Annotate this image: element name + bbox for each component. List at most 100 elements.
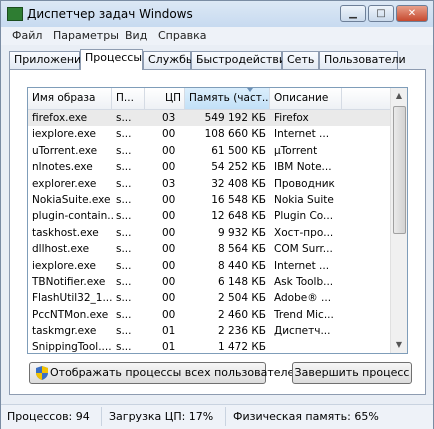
table-row[interactable]: FlashUtil32_1... s... 00 2 504 КБ Adobe® ...	[28, 290, 392, 306]
processes-panel: Имя образа П... ЦП Память (част... Описа…	[9, 69, 426, 395]
menu-bar: Файл Параметры Вид Справка	[1, 27, 433, 45]
cell-memory: 12 648 КБ	[211, 210, 266, 223]
table-row[interactable]: uTorrent.exe s... 00 61 500 КБ µTorrent	[28, 143, 392, 159]
scroll-thumb[interactable]	[393, 106, 406, 234]
status-bar: Процессов: 94 Загрузка ЦП: 17% Физическа…	[1, 404, 433, 429]
cell-memory: 2 236 КБ	[217, 325, 266, 338]
cell-image-name: NokiaSuite.exe	[32, 193, 111, 206]
cell-user: s...	[116, 325, 132, 338]
end-process-button[interactable]: Завершить процесс	[292, 362, 412, 384]
column-header-description[interactable]: Описание	[270, 88, 342, 109]
table-row[interactable]: iexplore.exe s... 00 108 660 КБ Internet ...	[28, 126, 392, 142]
table-row[interactable]: iexplore.exe s... 00 8 440 КБ Internet ...	[28, 258, 392, 274]
cell-cpu: 01	[162, 325, 176, 338]
table-row[interactable]: explorer.exe s... 03 32 408 КБ Проводник	[28, 176, 392, 192]
maximize-button[interactable]: □	[368, 5, 394, 22]
tab-performance[interactable]: Быстродействие	[191, 51, 293, 69]
table-row[interactable]: NokiaSuite.exe s... 00 16 548 КБ Nokia Suite	[28, 192, 392, 208]
cell-description: Internet ...	[274, 128, 330, 141]
cell-description: Internet ...	[274, 259, 330, 272]
cell-memory: 2 460 КБ	[217, 308, 266, 321]
cell-user: s...	[116, 259, 132, 272]
close-button[interactable]: ✕	[396, 5, 428, 22]
cell-image-name: dllhost.exe	[32, 243, 90, 256]
column-header-cpu[interactable]: ЦП	[145, 88, 185, 109]
vertical-scrollbar[interactable]: ▲ ▼	[390, 88, 407, 353]
task-manager-window: Диспетчер задач Windows ▁ □ ✕ Файл Парам…	[0, 0, 434, 429]
tab-services[interactable]: Службы	[143, 51, 195, 69]
column-header-image-name[interactable]: Имя образа	[28, 88, 112, 109]
table-row[interactable]: SnippingTool.... s... 01 1 472 КБ	[28, 339, 392, 354]
cell-description: Firefox	[274, 112, 309, 124]
status-memory-usage: Физическая память: 65%	[233, 410, 379, 423]
cell-user: s...	[116, 177, 132, 190]
cell-description	[274, 339, 344, 353]
cell-user: s...	[116, 112, 132, 124]
column-header-user[interactable]: П...	[112, 88, 145, 109]
cell-user: s...	[116, 226, 132, 239]
menu-file[interactable]: Файл	[12, 29, 42, 42]
process-rows: firefox.exe s... 03 549 192 КБ Firefox iexplo…	[28, 110, 392, 354]
cell-user: s...	[116, 308, 132, 321]
cell-cpu: 03	[162, 112, 176, 124]
cell-image-name: taskhost.exe	[32, 226, 99, 239]
cell-description: Диспетч...	[274, 325, 331, 338]
cell-image-name: FlashUtil32_1...	[32, 292, 113, 305]
column-header-memory[interactable]: Память (част...	[185, 88, 270, 109]
cell-memory: 1 472 КБ	[217, 341, 266, 354]
cell-description: COM Surr...	[274, 243, 333, 256]
table-row[interactable]: taskhost.exe s... 00 9 932 КБ Хост-про...	[28, 225, 392, 241]
title-bar: Диспетчер задач Windows ▁ □ ✕	[1, 1, 433, 27]
cell-cpu: 00	[162, 210, 176, 223]
status-process-count: Процессов: 94	[7, 410, 90, 423]
cell-image-name: nlnotes.exe	[32, 161, 93, 174]
cell-user: s...	[116, 210, 132, 223]
cell-image-name: uTorrent.exe	[32, 144, 98, 157]
table-row[interactable]: TBNotifier.exe s... 00 6 148 КБ Ask Toolb...	[28, 274, 392, 290]
scroll-down-icon[interactable]: ▼	[391, 337, 407, 353]
cell-cpu: 00	[162, 226, 176, 239]
cell-image-name: plugin-contain...	[32, 210, 114, 223]
status-separator	[225, 407, 226, 426]
cell-memory: 8 564 КБ	[217, 243, 266, 256]
tab-network[interactable]: Сеть	[282, 51, 319, 69]
cell-memory: 108 660 КБ	[204, 128, 266, 141]
menu-view[interactable]: Вид	[125, 29, 147, 42]
process-list[interactable]: Имя образа П... ЦП Память (част... Описа…	[27, 87, 408, 354]
table-row[interactable]: PccNTMon.exe s... 00 2 460 КБ Trend Mic...	[28, 307, 392, 323]
table-row[interactable]: firefox.exe s... 03 549 192 КБ Firefox	[28, 110, 392, 127]
show-all-users-label: Отображать процессы всех пользователей	[50, 366, 302, 379]
table-row[interactable]: nlnotes.exe s... 00 54 252 КБ IBM Note...	[28, 159, 392, 175]
minimize-button[interactable]: ▁	[340, 5, 366, 22]
cell-image-name: iexplore.exe	[32, 259, 96, 272]
cell-description: Nokia Suite	[274, 193, 334, 206]
cell-memory: 61 500 КБ	[211, 144, 266, 157]
cell-cpu: 00	[162, 308, 176, 321]
cell-user: s...	[116, 193, 132, 206]
cell-description: Проводник	[274, 177, 335, 190]
window-title: Диспетчер задач Windows	[27, 7, 193, 21]
cell-description: IBM Note...	[274, 161, 332, 174]
table-row[interactable]: dllhost.exe s... 00 8 564 КБ COM Surr...	[28, 241, 392, 257]
cell-cpu: 00	[162, 259, 176, 272]
table-row[interactable]: taskmgr.exe s... 01 2 236 КБ Диспетч...	[28, 323, 392, 339]
menu-options[interactable]: Параметры	[53, 29, 119, 42]
menu-help[interactable]: Справка	[158, 29, 206, 42]
show-all-users-button[interactable]: Отображать процессы всех пользователей	[29, 362, 301, 384]
cell-description: Plugin Co...	[274, 210, 334, 223]
sort-descending-icon	[247, 88, 253, 92]
status-separator	[101, 407, 102, 426]
tab-applications[interactable]: Приложения	[9, 51, 88, 69]
table-row[interactable]: plugin-contain... s... 00 12 648 КБ Plugin C…	[28, 208, 392, 224]
cell-description: Adobe® ...	[274, 292, 332, 305]
tab-users[interactable]: Пользователи	[319, 51, 406, 69]
tab-processes[interactable]: Процессы	[80, 49, 143, 70]
cell-memory: 54 252 КБ	[211, 161, 266, 174]
uac-shield-icon	[36, 366, 48, 380]
cell-user: s...	[116, 292, 132, 305]
cell-cpu: 00	[162, 243, 176, 256]
scroll-up-icon[interactable]: ▲	[391, 88, 407, 104]
cell-memory: 6 148 КБ	[217, 275, 266, 288]
cell-memory: 8 440 КБ	[217, 259, 266, 272]
cell-user: s...	[116, 161, 132, 174]
